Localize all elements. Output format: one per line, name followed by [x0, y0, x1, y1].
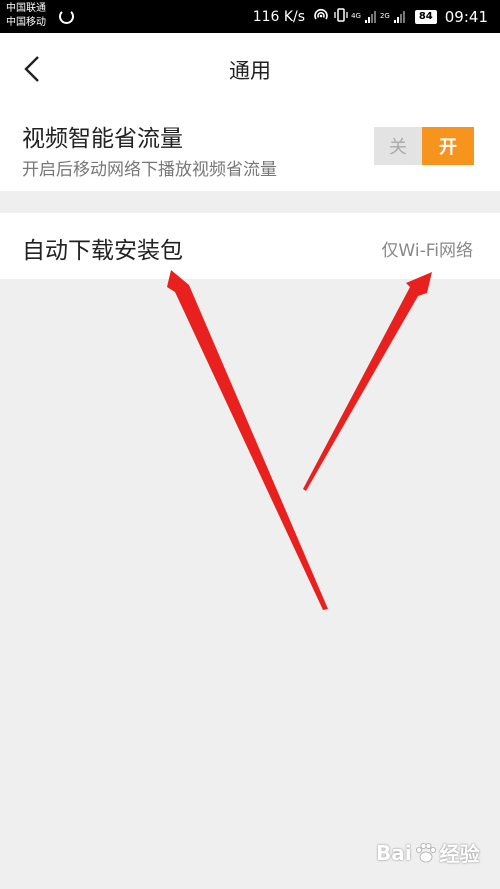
status-icons: 116 K/s 4G 2G 84 09:41 — [253, 0, 488, 33]
setting-row-auto-download[interactable]: 自动下载安装包 仅Wi-Fi网络 — [0, 213, 500, 279]
setting-value[interactable]: 仅Wi-Fi网络 — [381, 236, 473, 261]
signal-strength-2-icon — [393, 10, 406, 23]
sync-icon — [59, 9, 74, 24]
hotspot-icon — [313, 8, 329, 25]
setting-label: 视频智能省流量 — [22, 126, 183, 152]
setting-row-video-save-data[interactable]: 视频智能省流量 开启后移动网络下播放视频省流量 关 开 — [0, 105, 500, 191]
watermark-text-left: Bai — [376, 840, 412, 865]
carrier-1: 中国联通 — [6, 3, 46, 14]
baidu-jingyan-watermark: Bai 经验 — [376, 838, 480, 867]
battery-level: 84 — [414, 9, 437, 24]
toggle-on-label[interactable]: 开 — [422, 127, 474, 165]
network-type-1: 4G — [351, 12, 361, 20]
paw-icon — [415, 842, 436, 862]
status-bar: 中国联通 中国移动 116 K/s 4G 2G 84 09:41 — [0, 0, 500, 33]
video-save-data-toggle[interactable]: 关 开 — [374, 127, 474, 165]
network-type-2: 2G — [379, 12, 390, 20]
clock: 09:41 — [444, 7, 488, 26]
network-speed: 116 K/s — [252, 8, 306, 25]
page-title: 通用 — [229, 59, 271, 83]
setting-description: 开启后移动网络下播放视频省流量 — [22, 160, 277, 180]
vibrate-icon — [333, 8, 349, 25]
arrow-annotation-left — [167, 270, 328, 610]
toggle-off-label[interactable]: 关 — [374, 127, 422, 165]
signal-strength-1-icon — [364, 10, 377, 23]
carrier-2: 中国移动 — [6, 17, 46, 28]
setting-label: 自动下载安装包 — [22, 238, 183, 264]
arrow-annotation-right — [303, 272, 432, 491]
watermark-text-right: 经验 — [439, 842, 480, 866]
app-header: 通用 — [0, 33, 500, 105]
